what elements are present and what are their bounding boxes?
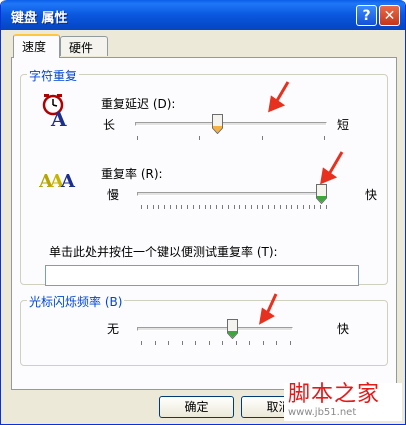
repeat-rate-ticks — [141, 205, 327, 210]
slider-tick — [273, 205, 275, 209]
watermark-url: www.jb51.net — [288, 407, 357, 418]
slider-tick — [227, 205, 229, 209]
slider-tick — [308, 205, 310, 209]
cursor-blink-title: 光标闪烁频率 (B) — [27, 293, 125, 310]
slider-tick — [250, 205, 252, 209]
slider-tick — [290, 341, 291, 345]
watermark-title: 脚本之家 — [288, 382, 381, 407]
slider-tick — [285, 205, 287, 209]
tab-speed[interactable]: 速度 — [13, 34, 60, 58]
ok-button[interactable]: 确定 — [159, 396, 234, 418]
slider-tick — [137, 136, 138, 140]
title-bar[interactable]: 键盘 属性 ? ✕ — [1, 0, 405, 30]
repeat-delay-slider-thumb[interactable] — [212, 114, 224, 134]
slider-tick — [141, 205, 142, 209]
slider-tick — [210, 205, 212, 209]
cursor-blink-ticks — [141, 341, 291, 346]
slider-tick — [164, 205, 166, 209]
repeat-delay-icon: A — [42, 94, 67, 127]
slider-tick — [195, 341, 197, 345]
slider-tick — [221, 205, 223, 209]
slider-tick — [154, 341, 156, 345]
slider-tick — [168, 341, 170, 345]
slider-tick — [324, 136, 325, 140]
cursor-blink-min-label: 无 — [107, 322, 120, 336]
tab-hardware[interactable]: 硬件 — [60, 36, 108, 56]
tab-panel: 字符重复 A 重复延迟 (D): 长 短 A A A 重复率 (R): 慢 快 … — [11, 57, 397, 390]
repeat-delay-label: 重复延迟 (D): — [101, 97, 176, 111]
repeat-rate-icon: A A A — [39, 171, 76, 191]
slider-tick — [314, 205, 316, 209]
help-button[interactable]: ? — [356, 5, 377, 26]
cursor-blink-group: 光标闪烁频率 (B) 无 快 — [20, 293, 388, 366]
properties-window: 键盘 属性 ? ✕ 速度 硬件 字符重复 A 重复延迟 (D): 长 短 A A… — [0, 0, 406, 425]
cursor-blink-max-label: 快 — [337, 322, 350, 336]
annotation-arrow-rate — [320, 151, 344, 185]
slider-tick — [193, 205, 195, 209]
slider-tick — [302, 205, 304, 209]
cursor-blink-slider-thumb[interactable] — [226, 319, 238, 339]
slider-tick — [261, 136, 263, 140]
slider-tick — [320, 205, 322, 209]
slider-tick — [233, 205, 235, 209]
repeat-rate-track[interactable] — [137, 192, 327, 196]
slider-tick — [208, 341, 210, 345]
repeat-test-input[interactable] — [45, 265, 359, 286]
char-repeat-title: 字符重复 — [27, 67, 80, 84]
slider-tick — [268, 205, 270, 209]
slider-tick — [181, 205, 183, 209]
slider-tick — [175, 205, 177, 209]
repeat-rate-min-label: 慢 — [107, 188, 120, 202]
slider-tick — [198, 205, 200, 209]
slider-tick — [152, 205, 154, 209]
annotation-arrow-blink — [259, 293, 278, 325]
slider-tick — [326, 205, 327, 209]
repeat-delay-ticks — [137, 136, 325, 141]
slider-tick — [262, 341, 264, 345]
slider-tick — [216, 205, 218, 209]
site-watermark: 脚本之家 www.jb51.net — [284, 383, 402, 421]
close-button[interactable]: ✕ — [379, 5, 400, 26]
slider-tick — [276, 341, 278, 345]
slider-tick — [146, 205, 148, 209]
slider-tick — [262, 205, 264, 209]
slider-tick — [256, 205, 258, 209]
slider-tick — [222, 341, 224, 345]
window-title: 键盘 属性 — [11, 11, 68, 26]
svg-text:A: A — [60, 171, 76, 191]
cursor-blink-track[interactable] — [137, 327, 293, 331]
slider-tick — [245, 205, 247, 209]
repeat-delay-track[interactable] — [135, 122, 327, 126]
slider-tick — [291, 205, 293, 209]
slider-tick — [204, 205, 206, 209]
repeat-rate-max-label: 快 — [365, 188, 378, 202]
slider-tick — [181, 341, 183, 345]
annotation-arrow-delay — [268, 81, 290, 113]
slider-tick — [235, 341, 237, 345]
repeat-rate-label: 重复率 (R): — [101, 167, 163, 181]
slider-tick — [239, 205, 241, 209]
slider-tick — [141, 341, 142, 345]
svg-text:A: A — [50, 107, 67, 127]
slider-tick — [158, 205, 160, 209]
slider-tick — [279, 205, 281, 209]
slider-tick — [297, 205, 299, 209]
slider-tick — [169, 205, 171, 209]
repeat-delay-min-label: 长 — [103, 118, 116, 132]
test-label: 单击此处并按住一个键以便测试重复率 (T): — [49, 245, 278, 259]
slider-tick — [249, 341, 251, 345]
slider-tick — [187, 205, 189, 209]
slider-tick — [199, 136, 201, 140]
repeat-delay-max-label: 短 — [337, 118, 350, 132]
